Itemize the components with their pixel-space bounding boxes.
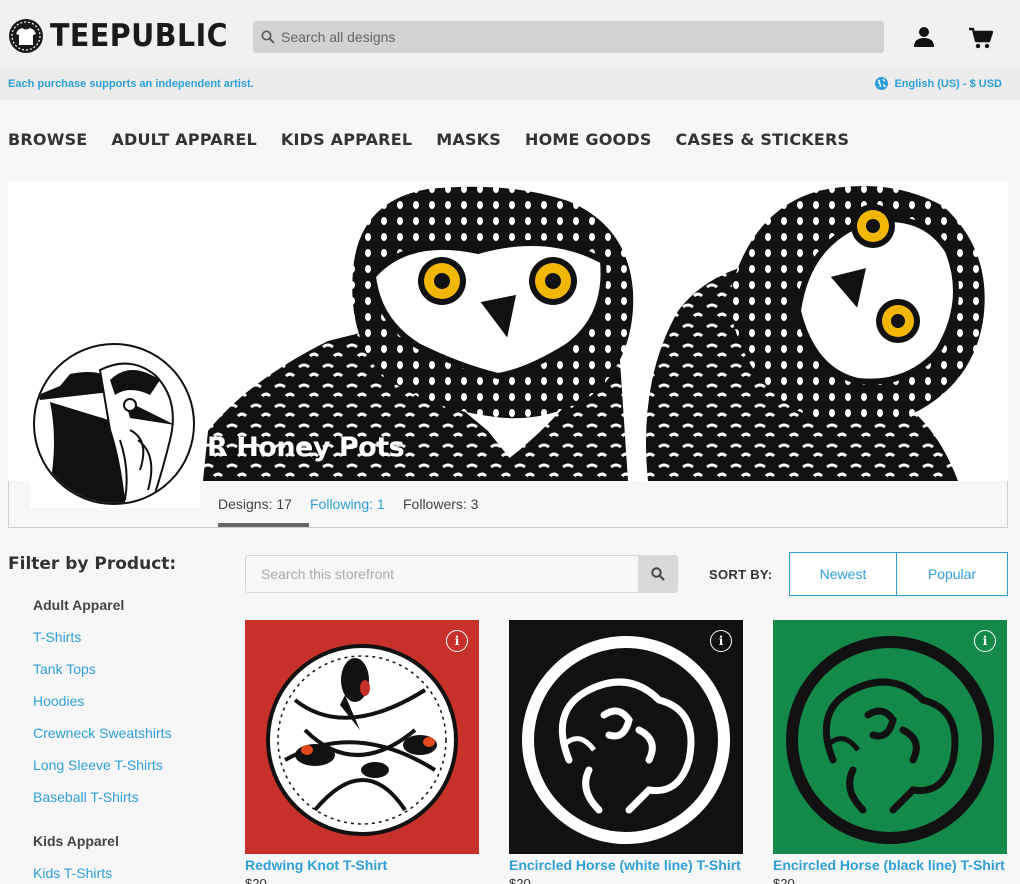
product-card[interactable]: i Redwing Knot T-Shirt $20	[245, 620, 479, 884]
search-icon	[261, 30, 275, 44]
product-image-encircled-horse-white[interactable]: i	[509, 620, 743, 854]
nav-home-goods[interactable]: HOME GOODS	[525, 130, 652, 149]
filter-link-t-shirts[interactable]: T-Shirts	[33, 629, 81, 645]
logo-tshirt-icon	[9, 19, 43, 53]
user-icon[interactable]	[913, 26, 935, 48]
storefront-search-button[interactable]	[638, 556, 677, 592]
globe-icon	[875, 77, 889, 90]
product-image-redwing-knot[interactable]: i	[245, 620, 479, 854]
product-title[interactable]: Encircled Horse (white line) T-Shirt	[509, 857, 741, 873]
nav-kids-apparel[interactable]: KIDS APPAREL	[281, 130, 412, 149]
product-price: $20	[245, 876, 267, 884]
filter-link-tank-tops[interactable]: Tank Tops	[33, 661, 96, 677]
artist-avatar	[30, 340, 200, 508]
product-title[interactable]: Encircled Horse (black line) T-Shirt	[773, 857, 1005, 873]
store-name: R Honey Pots	[207, 432, 405, 463]
encircled-horse-white-design	[522, 636, 730, 844]
site-header: TEEPUBLIC	[0, 0, 1020, 68]
info-icon[interactable]: i	[710, 630, 732, 652]
encircled-horse-black-design	[786, 636, 994, 844]
cart-icon[interactable]	[969, 27, 993, 49]
following-count[interactable]: Following: 1	[310, 496, 385, 512]
category-heading-adult-apparel: Adult Apparel	[33, 597, 125, 613]
designs-tab-underline	[218, 523, 309, 527]
storefront-search	[245, 555, 678, 593]
product-title[interactable]: Redwing Knot T-Shirt	[245, 857, 387, 873]
search-icon	[650, 567, 665, 581]
sort-label: SORT BY:	[709, 567, 773, 582]
logo[interactable]: TEEPUBLIC	[8, 18, 244, 54]
product-price: $20	[509, 876, 531, 884]
site-search[interactable]	[253, 21, 884, 53]
product-card[interactable]: i Encircled Horse (white line) T-Shirt $…	[509, 620, 743, 884]
language-label: English (US) - $ USD	[894, 77, 1002, 90]
tagline: Each purchase supports an independent ar…	[8, 78, 254, 90]
filter-link-hoodies[interactable]: Hoodies	[33, 693, 84, 709]
followers-count: Followers: 3	[403, 496, 479, 512]
plague-doctor-avatar-image	[33, 343, 195, 505]
filter-title: Filter by Product:	[8, 554, 177, 574]
sort-newest-button[interactable]: Newest	[789, 552, 897, 596]
filter-link-crewneck-sweatshirts[interactable]: Crewneck Sweatshirts	[33, 725, 172, 741]
main-nav: BROWSE ADULT APPAREL KIDS APPAREL MASKS …	[8, 130, 873, 149]
product-image-encircled-horse-black[interactable]: i	[773, 620, 1007, 854]
info-icon[interactable]: i	[974, 630, 996, 652]
nav-adult-apparel[interactable]: ADULT APPAREL	[111, 130, 256, 149]
logo-text: TEEPUBLIC	[50, 18, 229, 54]
nav-masks[interactable]: MASKS	[436, 130, 501, 149]
product-price: $20	[773, 876, 795, 884]
info-bar: Each purchase supports an independent ar…	[0, 68, 1020, 100]
designs-count[interactable]: Designs: 17	[218, 496, 292, 512]
page: TEEPUBLIC Each purchase supports an inde…	[0, 0, 1020, 884]
storefront-search-input[interactable]	[246, 556, 639, 592]
filter-link-baseball-t-shirts[interactable]: Baseball T-Shirts	[33, 789, 139, 805]
language-selector[interactable]: English (US) - $ USD	[875, 77, 1002, 90]
info-icon[interactable]: i	[446, 630, 468, 652]
nav-browse[interactable]: BROWSE	[8, 130, 87, 149]
nav-cases-stickers[interactable]: CASES & STICKERS	[676, 130, 850, 149]
sort-popular-button[interactable]: Popular	[896, 552, 1008, 596]
product-card[interactable]: i Encircled Horse (black line) T-Shirt $…	[773, 620, 1007, 884]
filter-link-long-sleeve-t-shirts[interactable]: Long Sleeve T-Shirts	[33, 757, 163, 773]
redwing-knot-design	[266, 644, 458, 836]
site-search-input[interactable]	[281, 29, 861, 45]
filter-link-kids-t-shirts[interactable]: Kids T-Shirts	[33, 865, 112, 881]
category-heading-kids-apparel: Kids Apparel	[33, 833, 119, 849]
